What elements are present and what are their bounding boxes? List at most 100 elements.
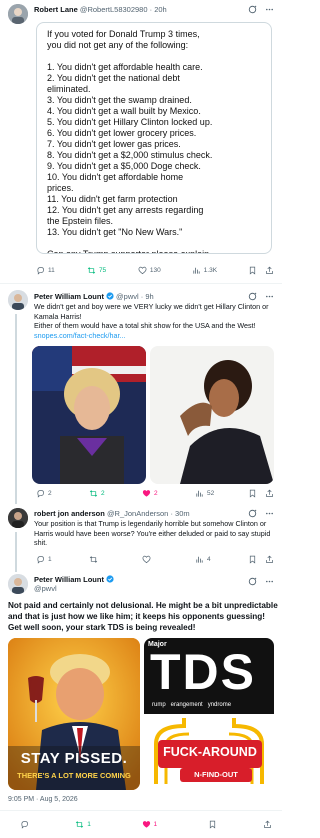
repost-count: 75 <box>98 266 107 274</box>
like-button[interactable]: 130 <box>138 266 161 275</box>
heart-filled-icon <box>142 820 150 828</box>
card-text-line: 1. You didn't get affordable health care… <box>47 62 203 72</box>
hillary-clinton-photo[interactable] <box>32 346 146 484</box>
tweet-actions: 1 1 <box>20 818 272 830</box>
tweet-robert-lane[interactable]: Robert Lane @RobertL58302980 · 20h If yo… <box>0 0 282 282</box>
card-text-line: 8. You didn't get a $2,000 stimulus chec… <box>47 150 213 160</box>
more-options-icon[interactable] <box>265 577 274 586</box>
tds-title: TDS <box>150 644 256 700</box>
snopes-link[interactable]: snopes.com/fact-check/har... <box>34 331 276 341</box>
tweet-peter-lount-focused[interactable]: Peter William Lount @pwvl Not paid and c… <box>0 570 282 838</box>
views-button[interactable]: 4 <box>195 555 215 564</box>
author-handle[interactable]: @pwvl <box>116 292 139 301</box>
tweet-text-line: Kamala Harris! <box>34 311 82 321</box>
share-button[interactable] <box>265 489 274 498</box>
reply-button[interactable]: 11 <box>36 266 56 275</box>
tweet-text-line: and that is just how we like him; it kee… <box>8 612 266 621</box>
share-button[interactable] <box>265 555 274 564</box>
views-button[interactable]: 52 <box>195 489 215 498</box>
more-options-icon[interactable] <box>265 509 274 518</box>
kamala-harris-photo[interactable] <box>150 346 274 484</box>
author-name[interactable]: Peter William Lount <box>34 292 104 301</box>
post-time[interactable]: · 9h <box>141 292 154 301</box>
card-text-line: 10. You didn't get affordable home <box>47 172 184 182</box>
more-options-icon[interactable] <box>265 292 274 301</box>
repost-count: 2 <box>101 489 105 497</box>
like-count: 130 <box>149 266 161 274</box>
grok-icon[interactable] <box>248 5 257 14</box>
share-button[interactable] <box>263 820 272 829</box>
tweet-text: Not paid and certainly not delusional. H… <box>8 600 278 633</box>
reply-icon <box>21 820 29 829</box>
tweet-header: Robert Lane @RobertL58302980 · 20h <box>34 5 167 15</box>
card-text: If you voted for Donald Trump 3 times, yo… <box>47 29 263 254</box>
author-handle[interactable]: @RobertL58302980 <box>80 5 148 14</box>
repost-button[interactable] <box>89 555 109 564</box>
reply-button[interactable]: 2 <box>36 489 56 498</box>
tweet-actions: 1 4 <box>36 553 274 565</box>
share-icon <box>264 820 271 828</box>
post-timestamp[interactable]: 9:05 PM · Aug 5, 2026 <box>8 796 78 803</box>
heart-icon <box>142 555 151 563</box>
share-icon <box>266 489 273 497</box>
tweet-header: Peter William Lount @pwvl · 9h <box>34 292 154 302</box>
tweet-actions: 11 75 130 1.3K <box>36 264 274 276</box>
avatar[interactable] <box>8 4 28 24</box>
grok-icon[interactable] <box>248 577 257 586</box>
bookmark-button[interactable] <box>248 266 257 275</box>
reply-button[interactable]: 1 <box>36 555 56 564</box>
more-options-icon[interactable] <box>265 5 274 14</box>
bookmark-button[interactable] <box>208 820 217 829</box>
share-button[interactable] <box>265 266 274 275</box>
tweet-header: robert jon anderson @R_JonAnderson · 30m <box>34 509 190 519</box>
tweet-text-line: Harris would have been worse? You're eit… <box>34 528 271 538</box>
views-button[interactable]: 1.3K <box>192 266 217 275</box>
verified-badge-icon <box>106 575 114 583</box>
author-handle[interactable]: @pwvl <box>34 584 57 593</box>
avatar[interactable] <box>8 290 28 310</box>
repost-icon <box>89 555 98 563</box>
card-text-line: 11. You didn't get farm protection <box>47 194 178 204</box>
like-button[interactable] <box>142 555 162 564</box>
author-name[interactable]: Peter William Lount <box>34 575 104 584</box>
tweet-peter-lount-reply[interactable]: Peter William Lount @pwvl · 9h We didn't… <box>0 284 282 504</box>
card-text-line: you did not get any of the following: <box>47 40 189 50</box>
bookmark-icon <box>249 489 256 498</box>
avatar[interactable] <box>8 508 28 528</box>
card-text-line: 3. You didn't get the swamp drained. <box>47 95 192 105</box>
sign-text-line2: N-FIND-OUT <box>194 770 238 779</box>
card-text-line: 13. You didn't get "No New Wars." <box>47 227 183 237</box>
tweet-text-line: Get well soon, your stark TDS is being r… <box>8 623 196 632</box>
post-time[interactable]: · 20h <box>150 5 167 14</box>
author-name[interactable]: Robert Lane <box>34 5 78 14</box>
author-name[interactable]: robert jon anderson <box>34 509 105 518</box>
divider <box>0 810 282 811</box>
repost-button[interactable]: 1 <box>75 820 95 829</box>
tweet-text-line: Your position is that Trump is legendari… <box>34 519 267 528</box>
author-handle[interactable]: @R_JonAnderson <box>107 509 168 518</box>
reply-button[interactable] <box>20 820 29 829</box>
grok-icon[interactable] <box>248 292 257 301</box>
bookmark-button[interactable] <box>248 555 257 564</box>
text-image-card[interactable]: If you voted for Donald Trump 3 times, yo… <box>36 22 272 254</box>
repost-icon <box>89 489 98 497</box>
card-text-line: prices. <box>47 183 74 193</box>
like-button[interactable]: 2 <box>142 489 162 498</box>
reply-icon <box>37 555 45 564</box>
repost-button[interactable]: 75 <box>87 266 107 275</box>
grok-icon[interactable] <box>248 509 257 518</box>
avatar[interactable] <box>8 574 28 594</box>
tweet-text-line: We didn't get and boy were we VERY lucky… <box>34 302 269 311</box>
thread-connector <box>15 532 17 572</box>
tds-meme-image[interactable]: Major TDS rump erangement yndrome FUCK-A… <box>144 638 274 790</box>
tweet-robert-anderson-reply[interactable]: robert jon anderson @R_JonAnderson · 30m… <box>0 504 282 572</box>
like-button[interactable]: 1 <box>142 820 162 829</box>
thread-connector <box>15 314 17 504</box>
stay-pissed-meme-image[interactable]: STAY PISSED. THERE'S A LOT MORE COMING <box>8 638 140 790</box>
bookmark-button[interactable] <box>248 489 257 498</box>
tweet-text-line: Not paid and certainly not delusional. H… <box>8 601 278 610</box>
repost-button[interactable]: 2 <box>89 489 109 498</box>
heart-filled-icon <box>142 489 151 497</box>
card-text-line: Can any Trump supporter please explain <box>47 249 210 254</box>
post-time[interactable]: · 30m <box>170 509 189 518</box>
